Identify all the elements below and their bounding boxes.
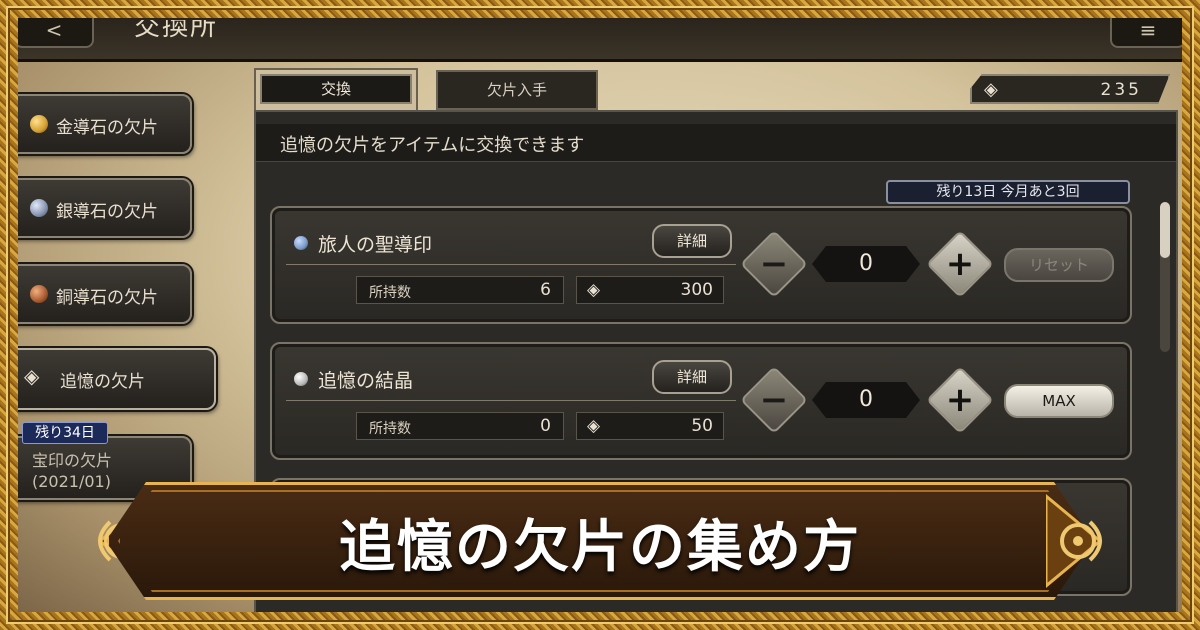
reset-button[interactable]: リセット <box>1004 248 1114 282</box>
quantity-display: 0 <box>812 382 920 418</box>
max-button[interactable]: MAX <box>1004 384 1114 418</box>
tab-exchange[interactable]: 交換 <box>254 68 418 112</box>
tab-label: 交換 <box>260 74 412 104</box>
item-name: 追憶の結晶 <box>318 370 414 392</box>
decrease-button[interactable]: − <box>740 366 808 434</box>
owned-count: 所持数 0 <box>356 412 564 440</box>
top-bar: < 交換所 ≡ <box>18 18 1182 62</box>
scrollbar-thumb[interactable] <box>1160 202 1170 258</box>
copper-stone-icon <box>30 285 48 303</box>
cost-value: 50 <box>691 416 713 436</box>
item-cost: ◈ 50 <box>576 412 724 440</box>
divider <box>286 400 736 401</box>
owned-count: 所持数 6 <box>356 276 564 304</box>
screen-title: 交換所 <box>134 20 219 38</box>
shard-diamond-icon: ◈ <box>587 280 601 300</box>
sidebar-item-gold-shard[interactable]: 金導石の欠片 <box>18 94 192 154</box>
detail-button[interactable]: 詳細 <box>652 360 732 394</box>
owned-label: 所持数 <box>369 285 411 301</box>
menu-button[interactable]: ≡ <box>1110 18 1182 48</box>
minus-icon: − <box>759 244 789 284</box>
currency-counter: ◈ 235 <box>970 74 1170 104</box>
sidebar-item-label: 銀導石の欠片 <box>56 202 158 222</box>
banner-title: 追憶の欠片の集め方 <box>339 515 861 580</box>
tab-get-shards[interactable]: 欠片入手 <box>436 70 598 110</box>
decrease-button[interactable]: − <box>740 230 808 298</box>
limit-badge: 残り13日 今月あと3回 <box>886 180 1130 204</box>
sidebar-item-label: 金導石の欠片 <box>56 118 158 138</box>
sidebar-item-silver-shard[interactable]: 銀導石の欠片 <box>18 178 192 238</box>
sidebar-item-label: 銅導石の欠片 <box>56 288 158 308</box>
exchange-item-card: 旅人の聖導印 詳細 所持数 6 ◈ 300 − 0 + リセット <box>270 206 1132 324</box>
owned-value: 0 <box>540 416 551 436</box>
gold-stone-icon <box>30 115 48 133</box>
crystal-icon <box>294 372 308 386</box>
increase-button[interactable]: + <box>926 366 994 434</box>
silver-stone-icon <box>30 199 48 217</box>
panel-description: 追憶の欠片をアイテムに交換できます <box>280 135 585 156</box>
panel-header: 追憶の欠片をアイテムに交換できます <box>256 124 1176 162</box>
remaining-days-badge: 残り34日 <box>22 422 108 444</box>
owned-label: 所持数 <box>369 421 411 437</box>
owned-value: 6 <box>540 280 551 300</box>
sidebar-item-copper-shard[interactable]: 銅導石の欠片 <box>18 264 192 324</box>
item-name: 旅人の聖導印 <box>318 234 433 256</box>
minus-icon: − <box>759 380 789 420</box>
title-banner: 追憶の欠片の集め方 <box>70 468 1130 616</box>
currency-value: 235 <box>1100 80 1142 100</box>
seal-icon <box>294 236 308 250</box>
increase-button[interactable]: + <box>926 230 994 298</box>
scrollbar[interactable] <box>1160 202 1170 352</box>
detail-button[interactable]: 詳細 <box>652 224 732 258</box>
item-cost: ◈ 300 <box>576 276 724 304</box>
plus-icon: + <box>945 380 975 420</box>
divider <box>286 264 736 265</box>
sidebar-item-memory-shard[interactable]: ◈ 追憶の欠片 <box>18 348 216 410</box>
shard-diamond-icon: ◈ <box>24 364 40 388</box>
cost-value: 300 <box>680 280 713 300</box>
exchange-item-card: 追憶の結晶 詳細 所持数 0 ◈ 50 − 0 + MAX <box>270 342 1132 460</box>
back-button[interactable]: < <box>18 18 94 48</box>
plus-icon: + <box>945 244 975 284</box>
quantity-display: 0 <box>812 246 920 282</box>
sidebar-item-label: 追憶の欠片 <box>60 372 145 392</box>
shard-diamond-icon: ◈ <box>984 79 998 100</box>
shard-diamond-icon: ◈ <box>587 416 601 436</box>
